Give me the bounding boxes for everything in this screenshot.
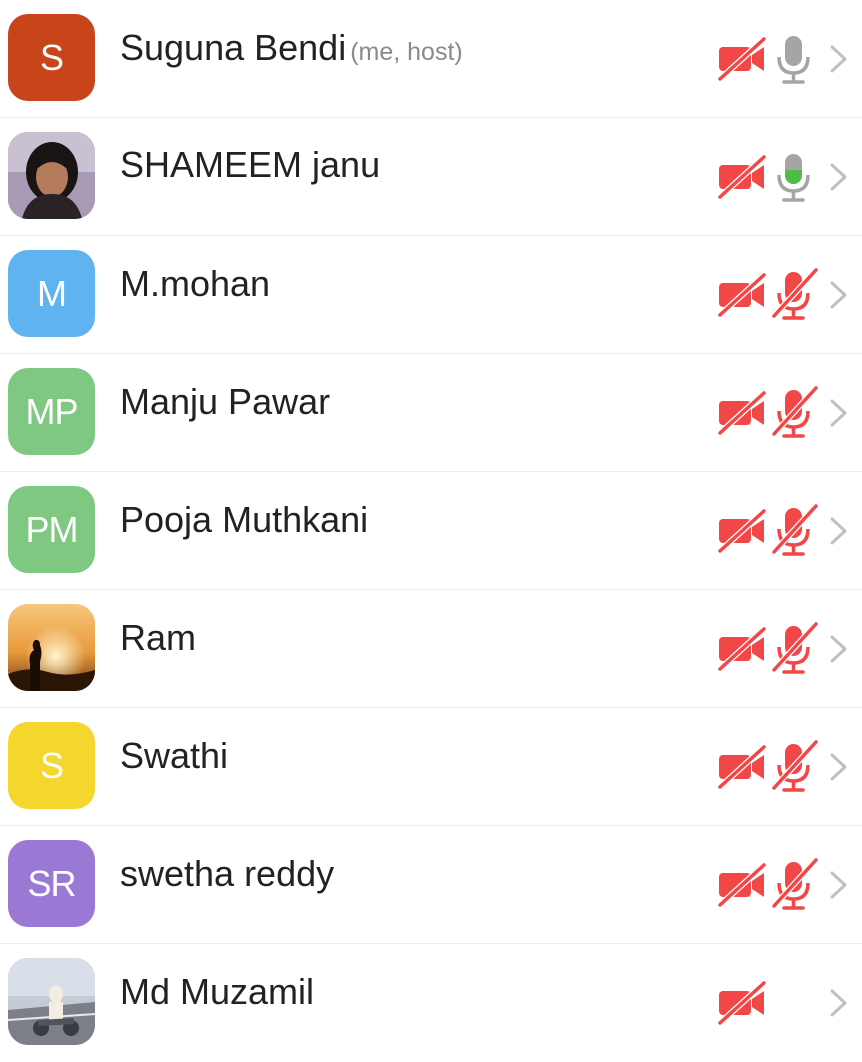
chevron-right-icon[interactable] (826, 870, 850, 900)
video-off-icon (716, 505, 768, 557)
microphone-muted-icon (768, 266, 820, 322)
chevron-right-icon[interactable] (826, 752, 850, 782)
video-off-icon (716, 269, 768, 321)
participant-name-text: Swathi (120, 735, 229, 776)
participant-status-icons (702, 472, 862, 590)
participant-status-icons (702, 944, 862, 1062)
participants-list: S Suguna Bendi (me, host) SHAMEEM janu M… (0, 0, 862, 1045)
chevron-right-icon[interactable] (826, 280, 850, 310)
participant-status-icons (702, 236, 862, 354)
participant-row[interactable]: SHAMEEM janu (0, 118, 862, 236)
microphone-icon (768, 148, 820, 204)
participant-row[interactable]: Md Muzamil (0, 944, 862, 1062)
participant-row[interactable]: S Swathi (0, 708, 862, 826)
participant-status-icons (702, 118, 862, 236)
chevron-right-icon[interactable] (826, 398, 850, 428)
participant-name-text: Manju Pawar (120, 381, 331, 422)
avatar-initials: M (8, 250, 95, 337)
avatar-initials: S (8, 722, 95, 809)
participant-row[interactable]: Ram (0, 590, 862, 708)
video-off-icon (716, 741, 768, 793)
microphone-muted-icon (768, 620, 820, 676)
microphone-muted-icon (768, 738, 820, 794)
avatar-initials: MP (8, 368, 95, 455)
microphone-icon (768, 30, 820, 86)
participant-row[interactable]: S Suguna Bendi (me, host) (0, 0, 862, 118)
participant-name: M.mohan (120, 263, 270, 305)
microphone-muted-icon (768, 856, 820, 912)
participant-name-text: swetha reddy (120, 853, 335, 894)
participant-row[interactable]: SR swetha reddy (0, 826, 862, 944)
participant-name: Ram (120, 617, 196, 659)
participant-name: Swathi (120, 735, 228, 777)
participant-name-text: Md Muzamil (120, 971, 315, 1012)
avatar-photo (8, 132, 95, 219)
participant-row[interactable]: M M.mohan (0, 236, 862, 354)
microphone-muted-icon (768, 502, 820, 558)
video-off-icon (716, 623, 768, 675)
chevron-right-icon[interactable] (826, 44, 850, 74)
participant-name: SHAMEEM janu (120, 144, 380, 186)
participant-name-text: SHAMEEM janu (120, 144, 381, 185)
participant-status-icons (702, 354, 862, 472)
video-off-icon (716, 33, 768, 85)
participant-row[interactable]: PM Pooja Muthkani (0, 472, 862, 590)
video-off-icon (716, 977, 768, 1029)
microphone-muted-icon (768, 384, 820, 440)
avatar-initials: S (8, 14, 95, 101)
avatar-photo (8, 958, 95, 1045)
participant-name-text: Suguna Bendi (120, 27, 347, 68)
participant-name-text: Ram (120, 617, 197, 658)
chevron-right-icon[interactable] (826, 988, 850, 1018)
host-tag: (me, host) (350, 38, 463, 66)
participant-name-text: M.mohan (120, 263, 271, 304)
participant-name: Pooja Muthkani (120, 499, 368, 541)
avatar-initials: PM (8, 486, 95, 573)
chevron-right-icon[interactable] (826, 162, 850, 192)
participant-status-icons (702, 0, 862, 118)
participant-name: Suguna Bendi (me, host) (120, 27, 463, 69)
video-off-icon (716, 387, 768, 439)
participant-status-icons (702, 590, 862, 708)
avatar-photo (8, 604, 95, 691)
video-off-icon (716, 859, 768, 911)
participant-status-icons (702, 708, 862, 826)
participant-name: Manju Pawar (120, 381, 330, 423)
chevron-right-icon[interactable] (826, 634, 850, 664)
participant-name: Md Muzamil (120, 971, 314, 1013)
avatar-initials: SR (8, 840, 95, 927)
participant-status-icons (702, 826, 862, 944)
participant-row[interactable]: MP Manju Pawar (0, 354, 862, 472)
participant-name: swetha reddy (120, 853, 334, 895)
participant-name-text: Pooja Muthkani (120, 499, 369, 540)
video-off-icon (716, 151, 768, 203)
chevron-right-icon[interactable] (826, 516, 850, 546)
